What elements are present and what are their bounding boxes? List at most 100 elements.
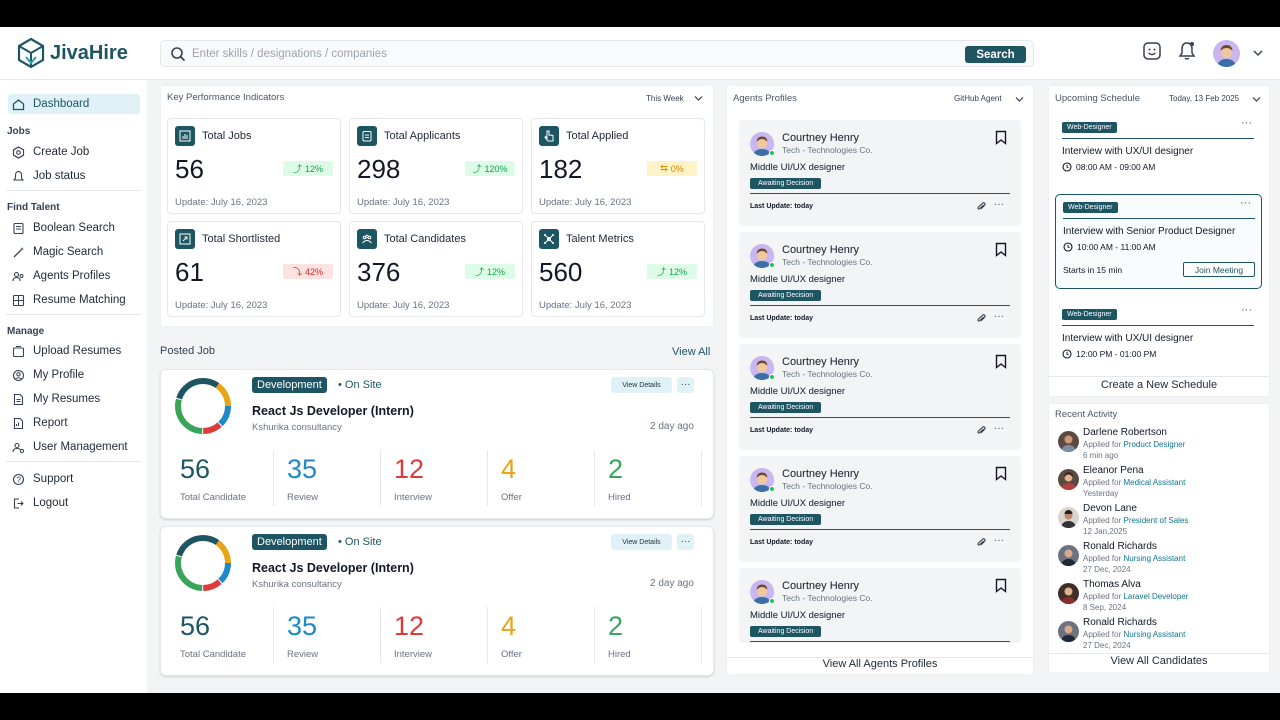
view-details-button[interactable]: View Details	[611, 534, 672, 550]
job-stat-hired[interactable]: 2 Hired	[589, 605, 695, 665]
bookmark-icon[interactable]	[995, 130, 1007, 145]
job-stat-total-candidate[interactable]: 56 Total Candidate	[161, 448, 267, 508]
agent-card[interactable]: Courtney Henry Tech - Technologies Co. M…	[739, 344, 1021, 450]
view-all-candidates-link[interactable]: View All Candidates	[1048, 655, 1270, 667]
schedule-item[interactable]: Web-Designer ··· Interview with UX/UI de…	[1055, 115, 1262, 182]
job-stat-review[interactable]: 35 Review	[268, 448, 374, 508]
user-avatar[interactable]	[1213, 40, 1240, 67]
more-options-button[interactable]: ···	[1241, 117, 1252, 129]
app-name: JivaHire	[50, 41, 128, 64]
join-meeting-button[interactable]: Join Meeting	[1183, 262, 1255, 277]
job-stat-offer[interactable]: 4 Offer	[482, 605, 588, 665]
applied-job-link[interactable]: Laravel Developer	[1123, 592, 1188, 601]
job-card[interactable]: Development • On Site View Details ··· R…	[160, 526, 714, 676]
more-options-button[interactable]: ···	[994, 199, 1004, 210]
sidebar-item-logout[interactable]: Logout	[8, 493, 140, 513]
sidebar-item-dashboard[interactable]: Dashboard	[8, 94, 140, 114]
candidate-name: Ronald Richards	[1083, 617, 1157, 628]
job-stat-offer[interactable]: 4 Offer	[482, 448, 588, 508]
chevron-down-icon[interactable]	[1015, 96, 1024, 103]
attachment-icon[interactable]	[977, 538, 986, 547]
more-options-button[interactable]: ···	[677, 377, 694, 393]
job-stat-total-candidate[interactable]: 56 Total Candidate	[161, 605, 267, 665]
schedule-item[interactable]: Web-Designer ··· Interview with UX/UI de…	[1055, 302, 1262, 369]
applied-job-link[interactable]: President of Sales	[1123, 516, 1188, 525]
schedule-item[interactable]: Web-Designer ··· Interview with Senior P…	[1055, 194, 1262, 289]
applied-job-link[interactable]: Nursing Assistant	[1123, 554, 1185, 563]
job-stat-interview[interactable]: 12 Interview	[375, 448, 481, 508]
smiley-icon[interactable]	[1142, 41, 1162, 61]
attachment-icon[interactable]	[977, 202, 986, 211]
activity-item[interactable]: Ronald Richards Applied for Nursing Assi…	[1058, 541, 1268, 579]
kpi-title: Total Applicants	[384, 130, 461, 142]
activity-item[interactable]: Thomas Alva Applied for Laravel Develope…	[1058, 579, 1268, 617]
kpi-value: 376	[357, 257, 401, 287]
kpi-card-total-jobs[interactable]: Total Jobs 56 ⤴ 12% Update: July 16, 2023	[167, 118, 341, 214]
logo[interactable]: JivaHire	[16, 37, 128, 69]
sidebar-item-agents-profiles[interactable]: Agents Profiles	[8, 266, 140, 286]
kpi-period-select[interactable]: This Week	[646, 94, 684, 103]
agent-card[interactable]: Courtney Henry Tech - Technologies Co. M…	[739, 456, 1021, 562]
more-options-button[interactable]: ···	[994, 535, 1004, 546]
activity-item[interactable]: Darlene Robertson Applied for Product De…	[1058, 427, 1268, 465]
activity-item[interactable]: Devon Lane Applied for President of Sale…	[1058, 503, 1268, 541]
sidebar-item-user-management[interactable]: User Management	[8, 437, 140, 457]
job-stat-review[interactable]: 35 Review	[268, 605, 374, 665]
agent-card[interactable]: Courtney Henry Tech - Technologies Co. M…	[739, 568, 1021, 643]
sidebar-item-resume-matching[interactable]: Resume Matching	[8, 290, 140, 310]
chevron-down-icon[interactable]	[1253, 49, 1263, 57]
more-options-button[interactable]: ···	[994, 423, 1004, 434]
sidebar-item-upload-resumes[interactable]: Upload Resumes	[8, 341, 140, 361]
sidebar-item-report[interactable]: Report	[8, 413, 140, 433]
chevron-down-icon[interactable]	[694, 95, 703, 102]
kpi-card-total-applicants[interactable]: Total Applicants 298 ⤴ 120% Update: July …	[349, 118, 523, 214]
search-bar: Search	[160, 40, 1034, 67]
kpi-card-total-candidates[interactable]: Total Candidates 376 ⤴ 12% Update: July 1…	[349, 221, 523, 317]
bookmark-icon[interactable]	[995, 578, 1007, 593]
sidebar-item-my-resumes[interactable]: My Resumes	[8, 389, 140, 409]
bookmark-icon[interactable]	[995, 466, 1007, 481]
agent-card[interactable]: Courtney Henry Tech - Technologies Co. M…	[739, 232, 1021, 338]
sidebar-item-support[interactable]: ? Support	[8, 469, 140, 489]
view-all-agents-link[interactable]: View All Agents Profiles	[726, 658, 1034, 670]
applied-job-link[interactable]: Nursing Assistant	[1123, 630, 1185, 639]
sidebar-item-my-profile[interactable]: My Profile	[8, 365, 140, 385]
attachment-icon[interactable]	[977, 426, 986, 435]
activity-item[interactable]: Ronald Richards Applied for Nursing Assi…	[1058, 617, 1268, 655]
kpi-card-total-applied[interactable]: Total Applied 182 ⇆ 0% Update: July 16, 2…	[531, 118, 705, 214]
create-schedule-button[interactable]: Create a New Schedule	[1048, 379, 1270, 391]
agents-filter-select[interactable]: GitHub Agent	[954, 94, 1002, 103]
kpi-card-talent-metrics[interactable]: Talent Metrics 560 ⤴ 12% Update: July 16,…	[531, 221, 705, 317]
job-stat-hired[interactable]: 2 Hired	[589, 448, 695, 508]
more-options-button[interactable]: ···	[1240, 197, 1251, 209]
more-options-button[interactable]: ···	[994, 311, 1004, 322]
sidebar-section-manage: Manage	[7, 326, 45, 337]
activity-date: 27 Dec, 2024	[1083, 641, 1131, 650]
agent-card[interactable]: Courtney Henry Tech - Technologies Co. M…	[739, 120, 1021, 226]
sidebar-item-boolean-search[interactable]: Boolean Search	[8, 218, 140, 238]
schedule-date-select[interactable]: Today, 13 Feb 2025	[1169, 94, 1239, 103]
bookmark-icon[interactable]	[995, 242, 1007, 257]
more-options-button[interactable]: ···	[677, 534, 694, 550]
notification-bell-icon[interactable]	[1177, 40, 1197, 62]
posted-job-view-all-link[interactable]: View All	[672, 346, 710, 358]
applied-job-link[interactable]: Product Designer	[1123, 440, 1185, 449]
sidebar-item-job-status[interactable]: Job status	[8, 166, 140, 186]
activity-item[interactable]: Eleanor Pena Applied for Medical Assista…	[1058, 465, 1268, 503]
view-details-button[interactable]: View Details	[611, 377, 672, 393]
sidebar-item-create-job[interactable]: Create Job	[8, 142, 140, 162]
sidebar-item-magic-search[interactable]: Magic Search	[8, 242, 140, 262]
kpi-change-badge: ⤴ 120%	[465, 161, 515, 176]
job-stat-interview[interactable]: 12 Interview	[375, 605, 481, 665]
bookmark-icon[interactable]	[995, 354, 1007, 369]
chevron-down-icon[interactable]	[1252, 96, 1261, 103]
kpi-card-total-shortlisted[interactable]: Total Shortlisted 61 ⤵ 42% Update: July 1…	[167, 221, 341, 317]
applied-job-link[interactable]: Medical Assistant	[1123, 478, 1185, 487]
candidate-name: Devon Lane	[1083, 503, 1137, 514]
clock-icon	[1063, 242, 1073, 252]
attachment-icon[interactable]	[977, 314, 986, 323]
job-card[interactable]: Development • On Site View Details ··· R…	[160, 369, 714, 519]
search-input[interactable]	[192, 45, 952, 63]
search-button[interactable]: Search	[965, 46, 1026, 63]
more-options-button[interactable]: ···	[1241, 304, 1252, 316]
